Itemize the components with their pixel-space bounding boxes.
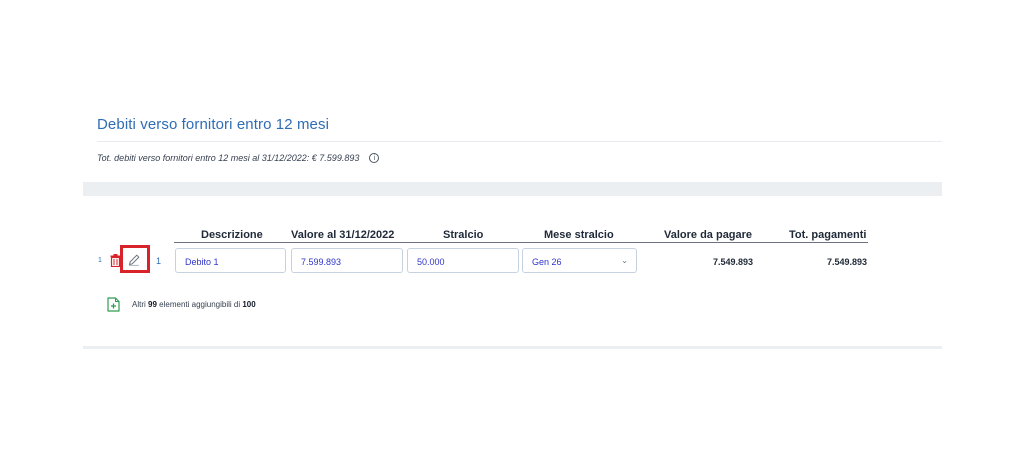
descrizione-field[interactable]: Debito 1 — [175, 248, 286, 273]
add-more-text: Altri 99 elementi aggiungibili di 100 — [132, 300, 256, 309]
header-mese-stralcio: Mese stralcio — [544, 229, 614, 241]
row-number: 1 — [156, 256, 162, 266]
summary-text: Tot. debiti verso fornitori entro 12 mes… — [97, 153, 360, 163]
mese-stralcio-value: Gen 26 — [532, 257, 562, 267]
valore-field[interactable]: 7.599.893 — [291, 248, 403, 273]
chevron-down-icon: ⌄ — [621, 256, 628, 265]
header-valore-da-pagare: Valore da pagare — [664, 229, 753, 241]
add-more-count: 99 — [148, 300, 157, 309]
section-band — [83, 182, 942, 196]
pencil-icon[interactable] — [128, 254, 140, 266]
section-bottom-divider — [83, 346, 942, 349]
header-valore: Valore al 31/12/2022 — [291, 229, 395, 241]
header-tot-pagamenti: Tot. pagamenti — [789, 229, 867, 241]
section-title: Debiti verso fornitori entro 12 mesi — [97, 116, 330, 133]
tot-pagamenti-value: 7.549.893 — [826, 257, 867, 267]
info-icon[interactable]: i — [369, 153, 380, 163]
add-document-icon[interactable] — [107, 297, 120, 312]
header-divider — [174, 242, 868, 243]
valore-da-pagare-value: 7.549.893 — [712, 257, 753, 267]
add-more-prefix: Altri — [132, 300, 146, 309]
valore-value: 7.599.893 — [301, 257, 342, 267]
title-divider — [97, 141, 942, 142]
stralcio-field[interactable]: 50.000 — [407, 248, 519, 273]
header-stralcio: Stralcio — [443, 229, 484, 241]
row-index: 1 — [98, 257, 102, 264]
add-more-middle: elementi aggiungibili di — [159, 300, 241, 309]
mese-stralcio-select[interactable]: Gen 26 ⌄ — [522, 248, 637, 273]
descrizione-value: Debito 1 — [185, 257, 219, 267]
summary-line: Tot. debiti verso fornitori entro 12 mes… — [97, 153, 380, 163]
header-descrizione: Descrizione — [201, 229, 263, 241]
add-more-max: 100 — [242, 300, 256, 309]
stralcio-value: 50.000 — [417, 257, 445, 267]
